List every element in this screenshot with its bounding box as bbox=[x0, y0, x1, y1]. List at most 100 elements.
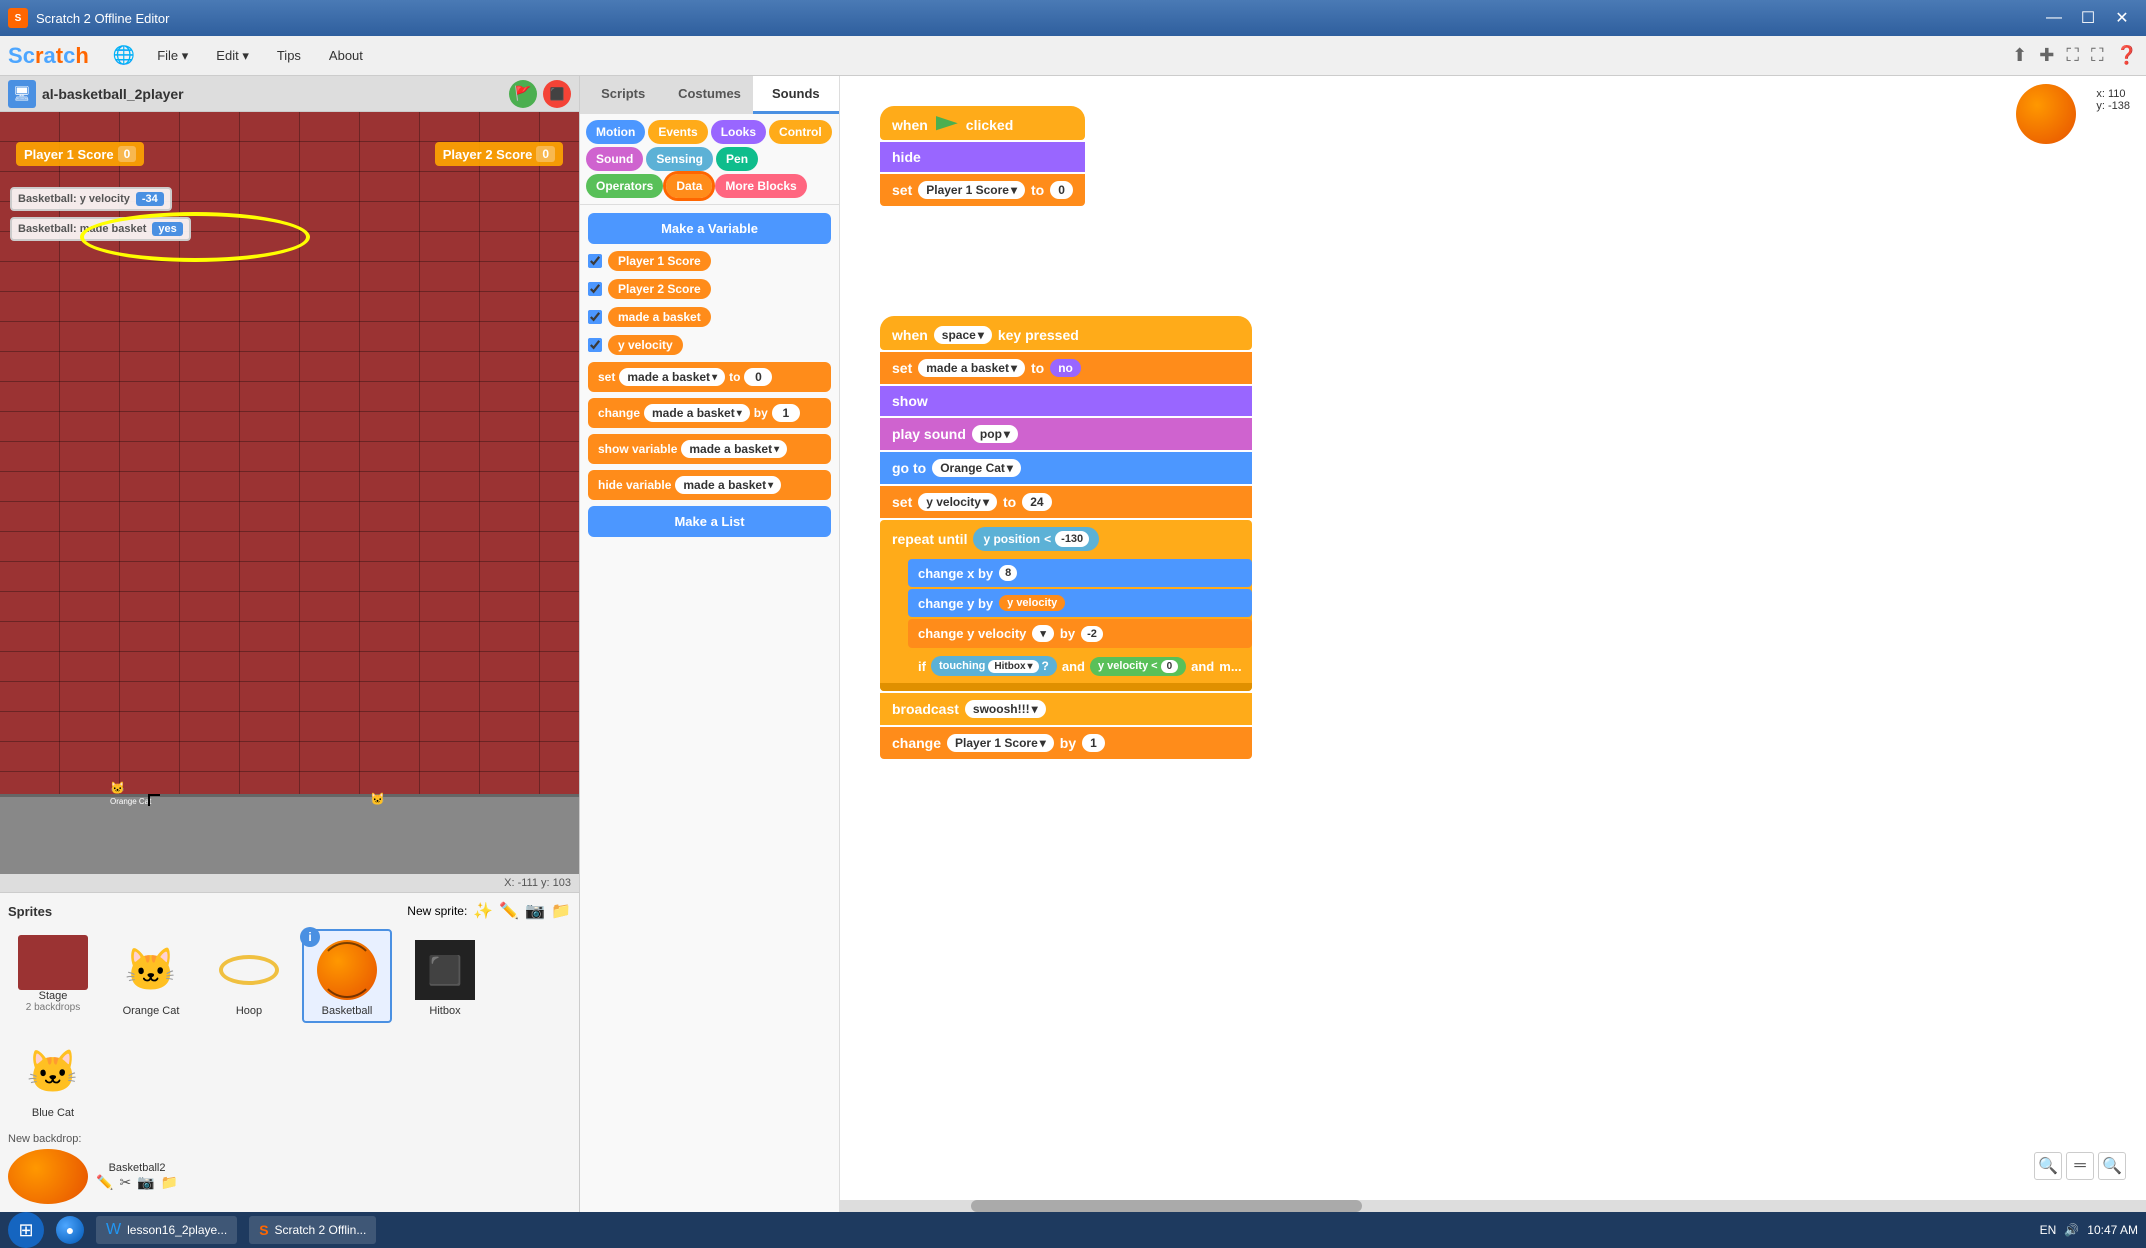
stage-sprite-cell[interactable]: Stage 2 backdrops bbox=[8, 929, 98, 1023]
play-sound-block[interactable]: play sound pop▾ bbox=[880, 418, 1252, 450]
chrome-icon[interactable]: ● bbox=[56, 1216, 84, 1244]
basketball2-sprite-thumb[interactable] bbox=[8, 1149, 88, 1204]
if-touching-block[interactable]: if touching Hitbox▾ ? and bbox=[908, 650, 1252, 679]
p1-change-val[interactable]: 1 bbox=[1082, 734, 1105, 752]
taskbar-word[interactable]: W lesson16_2playe... bbox=[96, 1216, 237, 1244]
hitbox-dropdown[interactable]: Hitbox▾ bbox=[988, 660, 1038, 673]
hide-variable-block[interactable]: hide variable made a basket bbox=[588, 470, 831, 500]
show-block[interactable]: show bbox=[880, 386, 1252, 416]
add-icon[interactable]: ✚ bbox=[2039, 45, 2054, 66]
broadcast-block[interactable]: broadcast swoosh!!!▾ bbox=[880, 693, 1252, 725]
broadcast-dropdown[interactable]: swoosh!!!▾ bbox=[965, 700, 1046, 718]
var-chip-p1score[interactable]: Player 1 Score bbox=[608, 251, 711, 271]
change-y-block[interactable]: change y by y velocity bbox=[908, 589, 1252, 617]
set-var-dropdown[interactable]: made a basket bbox=[619, 368, 725, 386]
p1score-dropdown[interactable]: Player 1 Score▾ bbox=[918, 181, 1025, 199]
hide-var-dropdown[interactable]: made a basket bbox=[675, 476, 781, 494]
tab-scripts[interactable]: Scripts bbox=[580, 76, 666, 114]
show-variable-block[interactable]: show variable made a basket bbox=[588, 434, 831, 464]
make-variable-button[interactable]: Make a Variable bbox=[588, 213, 831, 244]
paint-star-icon[interactable]: ✨ bbox=[473, 901, 493, 921]
var-chip-madebasket[interactable]: made a basket bbox=[608, 307, 711, 327]
var-check-p1score[interactable] bbox=[588, 254, 602, 268]
folder-icon[interactable]: 📁 bbox=[551, 901, 571, 921]
change-block[interactable]: change made a basket by 1 bbox=[588, 398, 831, 428]
edit-menu[interactable]: Edit bbox=[210, 44, 255, 68]
var-check-p2score[interactable] bbox=[588, 282, 602, 296]
var-check-madebasket[interactable] bbox=[588, 310, 602, 324]
blue-cat-sprite[interactable]: 🐱 bbox=[370, 792, 385, 806]
repeat-until-block[interactable]: repeat until y position < -130 change x … bbox=[880, 520, 1252, 691]
change-p1score-block[interactable]: change Player 1 Score▾ by 1 bbox=[880, 727, 1252, 759]
start-button[interactable]: ⊞ bbox=[8, 1212, 44, 1248]
green-flag-button[interactable]: 🚩 bbox=[509, 80, 537, 108]
set-p1score-block[interactable]: set Player 1 Score▾ to 0 bbox=[880, 174, 1085, 206]
minimize-button[interactable]: — bbox=[2038, 4, 2070, 32]
set-yvel-block[interactable]: set y velocity▾ to 24 bbox=[880, 486, 1252, 518]
cat-operators[interactable]: Operators bbox=[586, 174, 663, 198]
no-chip[interactable]: no bbox=[1050, 359, 1081, 377]
cat-control[interactable]: Control bbox=[769, 120, 832, 144]
hide-block[interactable]: hide bbox=[880, 142, 1085, 172]
script-canvas[interactable]: x: 110 y: -138 when clicked hide bbox=[840, 76, 2146, 1200]
upload-icon[interactable]: ⬆ bbox=[2012, 45, 2027, 66]
cat-sensing[interactable]: Sensing bbox=[646, 147, 713, 171]
zoom-reset-button[interactable]: ═ bbox=[2066, 1152, 2094, 1180]
change-var-dropdown[interactable]: made a basket bbox=[644, 404, 750, 422]
fullscreen2-icon[interactable]: ⛶ bbox=[2091, 45, 2104, 66]
pos-val[interactable]: -130 bbox=[1055, 531, 1089, 547]
make-list-button[interactable]: Make a List bbox=[588, 506, 831, 537]
zoom-out-button[interactable]: 🔍 bbox=[2098, 1152, 2126, 1180]
change-x-block[interactable]: change x by 8 bbox=[908, 559, 1252, 587]
cat-pen[interactable]: Pen bbox=[716, 147, 758, 171]
cat-sound[interactable]: Sound bbox=[586, 147, 643, 171]
backdrop-paint-icon[interactable]: ✏️ bbox=[96, 1174, 113, 1191]
cat-looks[interactable]: Looks bbox=[711, 120, 766, 144]
tips-menu[interactable]: Tips bbox=[271, 44, 307, 67]
fullscreen-icon[interactable]: ⛶ bbox=[2066, 45, 2079, 66]
close-button[interactable]: ✕ bbox=[2106, 4, 2138, 32]
show-var-dropdown[interactable]: made a basket bbox=[681, 440, 787, 458]
var-chip-p2score[interactable]: Player 2 Score bbox=[608, 279, 711, 299]
sprite-cell-orange-cat[interactable]: 🐱 Orange Cat bbox=[106, 929, 196, 1023]
stop-button[interactable]: ⬛ bbox=[543, 80, 571, 108]
zoom-in-button[interactable]: 🔍 bbox=[2034, 1152, 2062, 1180]
var-chip-yvelocity[interactable]: y velocity bbox=[608, 335, 683, 355]
globe-icon[interactable]: 🌐 bbox=[113, 45, 135, 66]
var-check-yvelocity[interactable] bbox=[588, 338, 602, 352]
goto-dropdown[interactable]: Orange Cat▾ bbox=[932, 459, 1021, 477]
when-clicked-block[interactable]: when clicked bbox=[880, 106, 1085, 140]
tab-costumes[interactable]: Costumes bbox=[666, 76, 752, 114]
backdrop-camera-icon[interactable]: 📷 bbox=[137, 1174, 154, 1191]
cat-events[interactable]: Events bbox=[648, 120, 707, 144]
yvel-dropdown[interactable]: y velocity▾ bbox=[918, 493, 997, 511]
sound-dropdown[interactable]: pop▾ bbox=[972, 425, 1018, 443]
p1score-dropdown2[interactable]: Player 1 Score▾ bbox=[947, 734, 1054, 752]
about-menu[interactable]: About bbox=[323, 44, 369, 67]
tab-sounds[interactable]: Sounds bbox=[753, 76, 839, 114]
cat-more-blocks[interactable]: More Blocks bbox=[715, 174, 806, 198]
yvel-change-val[interactable]: -2 bbox=[1081, 626, 1103, 642]
sprite-cell-basketball[interactable]: i Basketball bbox=[302, 929, 392, 1023]
camera-icon[interactable]: 📷 bbox=[525, 901, 545, 921]
paint-brush-icon[interactable]: ✏️ bbox=[499, 901, 519, 921]
info-button[interactable]: i bbox=[300, 927, 320, 947]
script-scrollbar[interactable] bbox=[840, 1200, 2146, 1212]
set-block[interactable]: set made a basket to 0 bbox=[588, 362, 831, 392]
taskbar-scratch[interactable]: S Scratch 2 Offlin... bbox=[249, 1216, 376, 1244]
orange-cat-sprite[interactable]: 🐱 Orange Cat bbox=[110, 781, 151, 806]
set-val-input[interactable]: 0 bbox=[1050, 181, 1073, 199]
repeat-condition[interactable]: y position < -130 bbox=[973, 527, 1099, 551]
cat-data[interactable]: Data bbox=[666, 174, 712, 198]
change-yvel-block[interactable]: change y velocity ▾ by -2 bbox=[908, 619, 1252, 648]
space-dropdown[interactable]: space▾ bbox=[934, 326, 992, 344]
when-space-block[interactable]: when space▾ key pressed bbox=[880, 316, 1252, 350]
yvel-condition[interactable]: y velocity < 0 bbox=[1090, 657, 1186, 676]
madebasket-dropdown[interactable]: made a basket▾ bbox=[918, 359, 1025, 377]
file-menu[interactable]: File bbox=[151, 44, 194, 68]
backdrop-cut-icon[interactable]: ✂ bbox=[119, 1174, 131, 1191]
backdrop-folder-icon[interactable]: 📁 bbox=[161, 1174, 178, 1191]
sprite-cell-blue-cat[interactable]: 🐱 Blue Cat bbox=[8, 1031, 98, 1125]
help-icon[interactable]: ❓ bbox=[2116, 45, 2138, 66]
x-val[interactable]: 8 bbox=[999, 565, 1017, 581]
